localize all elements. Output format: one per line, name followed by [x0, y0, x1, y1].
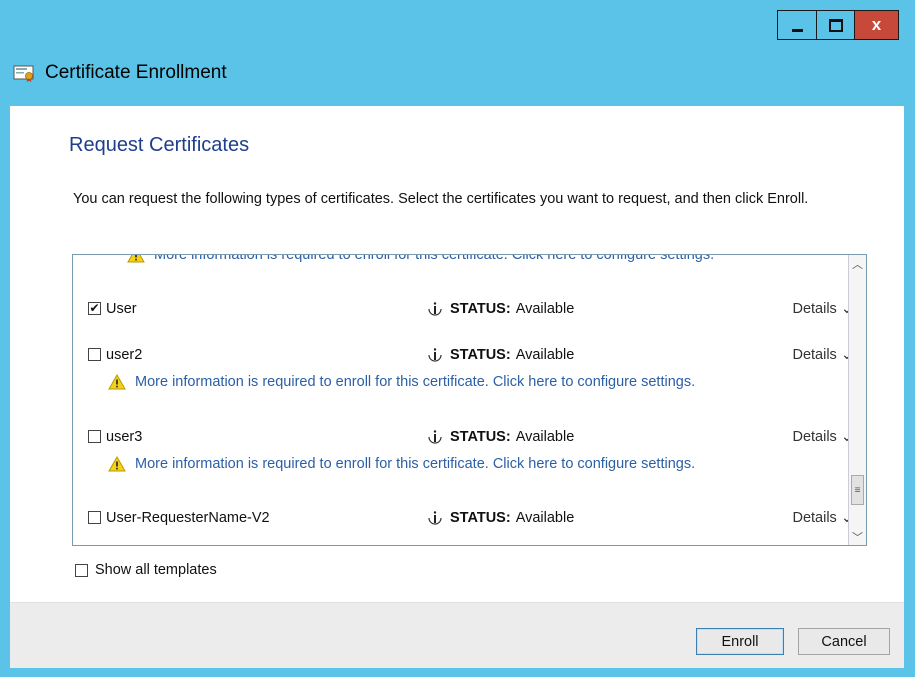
- list-scrollbar[interactable]: ︿ ≡ ﹀: [848, 255, 866, 545]
- certificate-name: user2: [106, 347, 143, 363]
- checkbox-user-requestername-v2[interactable]: [88, 511, 101, 524]
- certificate-name: user3: [106, 429, 143, 445]
- list-item[interactable]: user3 STATUS: Available Details ⌄: [88, 427, 853, 449]
- scroll-down-button[interactable]: ﹀: [849, 528, 866, 545]
- checkbox-user3[interactable]: [88, 430, 101, 443]
- list-item[interactable]: user2 STATUS: Available Details ⌄: [88, 345, 853, 367]
- status: STATUS: Available: [426, 300, 574, 318]
- maximize-icon: [828, 18, 843, 32]
- scroll-up-button[interactable]: ︿: [849, 255, 866, 272]
- certificate-name: User-RequesterName-V2: [106, 510, 270, 526]
- warning-icon: [127, 255, 145, 263]
- window-title-text: Certificate Enrollment: [45, 62, 227, 83]
- scroll-thumb[interactable]: ≡: [851, 475, 864, 505]
- show-all-templates[interactable]: Show all templates: [75, 562, 217, 578]
- details-label: Details: [792, 510, 837, 526]
- details-label: Details: [792, 429, 837, 445]
- configure-settings-link[interactable]: More information is required to enroll f…: [135, 456, 695, 472]
- warning-icon: [108, 456, 126, 472]
- window-title: Certificate Enrollment: [13, 62, 227, 84]
- details-label: Details: [792, 347, 837, 363]
- info-icon: [428, 430, 442, 444]
- caption-buttons: x: [777, 10, 899, 40]
- dialog-footer: Enroll Cancel: [10, 602, 904, 668]
- certificate-icon: [13, 65, 34, 82]
- partial-warning-link[interactable]: More information is required to enroll f…: [154, 255, 714, 263]
- configure-settings-link[interactable]: More information is required to enroll f…: [135, 374, 695, 390]
- page-title: Request Certificates: [69, 134, 250, 156]
- list-item[interactable]: ✔ User STATUS: Available Details ⌄: [88, 299, 853, 321]
- details-label: Details: [792, 301, 837, 317]
- show-all-label: Show all templates: [95, 562, 217, 578]
- status-label: STATUS:: [450, 510, 511, 526]
- status: STATUS: Available: [426, 346, 574, 364]
- show-all-checkbox[interactable]: [75, 563, 88, 577]
- checkbox-user2[interactable]: [88, 348, 101, 361]
- status-label: STATUS:: [450, 301, 511, 317]
- partial-warning-row[interactable]: More information is required to enroll f…: [127, 255, 714, 263]
- status-label: STATUS:: [450, 429, 511, 445]
- status-label: STATUS:: [450, 347, 511, 363]
- list-item[interactable]: User-RequesterName-V2 STATUS: Available …: [88, 508, 853, 530]
- minimize-button[interactable]: [778, 11, 816, 39]
- warning-icon: [108, 374, 126, 390]
- details-toggle[interactable]: Details ⌄: [792, 347, 853, 363]
- status: STATUS: Available: [426, 509, 574, 527]
- title-bar[interactable]: x Certificate Enrollment: [0, 0, 915, 106]
- instructions-text: You can request the following types of c…: [73, 191, 809, 207]
- status-value: Available: [515, 510, 575, 526]
- info-icon: [428, 511, 442, 525]
- info-icon: [428, 348, 442, 362]
- status: STATUS: Available: [426, 428, 574, 446]
- configure-warning[interactable]: More information is required to enroll f…: [108, 374, 695, 390]
- status-value: Available: [515, 429, 575, 445]
- maximize-button[interactable]: [816, 11, 854, 39]
- minimize-icon: [791, 28, 803, 32]
- checkbox-user[interactable]: ✔: [88, 302, 101, 315]
- status-value: Available: [515, 347, 575, 363]
- enroll-button[interactable]: Enroll: [696, 628, 784, 655]
- cancel-button[interactable]: Cancel: [798, 628, 890, 655]
- certificate-list[interactable]: More information is required to enroll f…: [72, 254, 867, 546]
- certificate-name: User: [106, 301, 137, 317]
- info-icon: [428, 302, 442, 316]
- close-button[interactable]: x: [854, 11, 898, 39]
- details-toggle[interactable]: Details ⌄: [792, 429, 853, 445]
- configure-warning[interactable]: More information is required to enroll f…: [108, 456, 695, 472]
- details-toggle[interactable]: Details ⌄: [792, 301, 853, 317]
- dialog-body: Request Certificates You can request the…: [10, 106, 904, 668]
- details-toggle[interactable]: Details ⌄: [792, 510, 853, 526]
- status-value: Available: [515, 301, 575, 317]
